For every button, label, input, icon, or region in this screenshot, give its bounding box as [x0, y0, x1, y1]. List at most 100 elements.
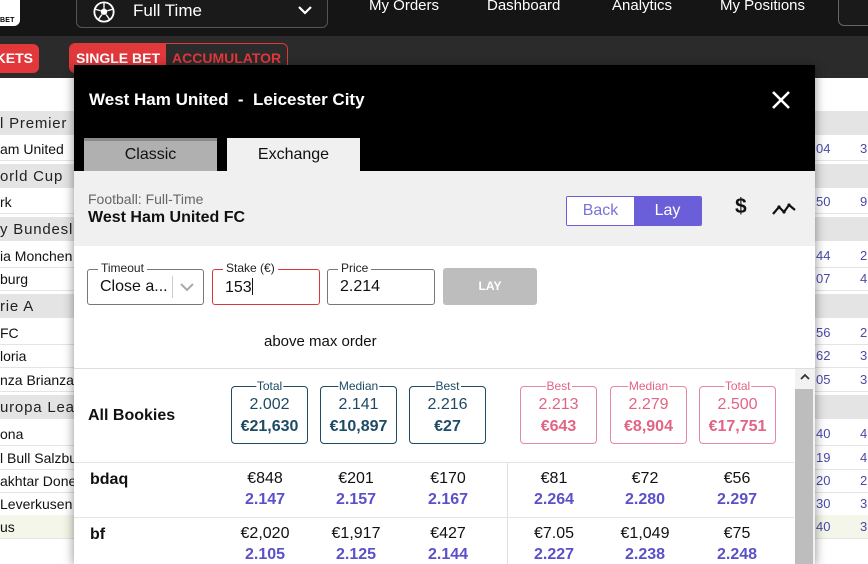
odds-value[interactable]: 40 [816, 426, 830, 441]
lay-price-cell[interactable]: €72 2.280 [605, 470, 685, 509]
scroll-up-icon[interactable] [799, 371, 811, 383]
league-name: orld Cup [0, 168, 64, 185]
odds-value[interactable]: 05 [816, 372, 830, 387]
lay-toggle-button[interactable]: Lay [634, 197, 701, 225]
tab-exchange[interactable]: Exchange [227, 138, 360, 171]
odds-value[interactable]: 40 [816, 519, 830, 534]
odds-value[interactable]: 3 [860, 519, 867, 534]
event-name: loria [0, 348, 27, 364]
price-input[interactable]: 2.214 [340, 278, 380, 296]
back-price-cell[interactable]: €1,917 2.125 [316, 525, 396, 564]
nav-analytics[interactable]: Analytics [612, 0, 672, 14]
summary-price: 2.279 [628, 396, 669, 413]
event-name: FC [0, 325, 19, 341]
stake-input[interactable]: 153 [225, 278, 253, 297]
lay-best-box[interactable]: Best 2.213 €643 [520, 379, 597, 444]
odds-value[interactable]: 20 [816, 473, 830, 488]
summary-amount: €21,630 [240, 418, 299, 435]
lay-price-cell[interactable]: €56 2.297 [697, 470, 777, 509]
lay-price-cell[interactable]: €81 2.264 [514, 470, 594, 509]
odds-value[interactable]: 04 [816, 141, 830, 156]
odds-value[interactable]: 44 [816, 248, 830, 263]
event-name: rk [0, 194, 12, 210]
tab-classic[interactable]: Classic [84, 138, 217, 171]
odds-value[interactable]: 3 [860, 348, 867, 363]
back-best-box[interactable]: Best 2.216 €27 [409, 379, 486, 444]
back-price-cell[interactable]: €170 2.167 [408, 470, 488, 509]
chevron-down-icon [180, 283, 194, 292]
event-name: Leverkusen [0, 496, 73, 512]
nav-my-orders[interactable]: My Orders [369, 0, 439, 14]
back-price-cell[interactable]: €201 2.157 [316, 470, 396, 509]
odds-value[interactable]: 30 [816, 496, 830, 511]
event-name: am United [0, 141, 64, 157]
market-select[interactable]: Full Time [76, 0, 328, 28]
back-median-box[interactable]: Median 2.141 €10,897 [320, 379, 397, 444]
odds-value[interactable]: 3 [860, 496, 867, 511]
lay-price-cell[interactable]: €1,049 2.238 [605, 525, 685, 564]
search-button[interactable] [838, 0, 868, 26]
timeout-value: Close a... [100, 278, 168, 295]
summary-price: 2.002 [249, 396, 290, 413]
summary-label: Best [545, 379, 572, 393]
event-name: l Bull Salzbu [0, 450, 78, 466]
back-total-box[interactable]: Total 2.002 €21,630 [231, 379, 308, 444]
modal-tabs: Classic Exchange [74, 133, 815, 171]
trend-chart-icon[interactable] [771, 199, 797, 221]
timeout-label: Timeout [98, 261, 147, 275]
selection-name: West Ham United FC [88, 209, 246, 226]
chevron-down-icon [298, 6, 312, 15]
event-name: burg [0, 271, 29, 287]
market-select-value: Full Time [133, 1, 202, 20]
summary-amount: €27 [434, 418, 461, 435]
all-bookies-label: All Bookies [88, 407, 176, 424]
timeout-select[interactable]: Timeout Close a... [87, 261, 204, 305]
summary-amount: €17,751 [708, 418, 767, 435]
odds-value[interactable]: 50 [816, 194, 830, 209]
odds-value[interactable]: 19 [816, 450, 830, 465]
price-label: Price [338, 261, 372, 275]
summary-label: Median [337, 379, 380, 393]
odds-value[interactable]: 3 [860, 372, 867, 387]
odds-value[interactable]: 4 [860, 271, 867, 286]
summary-amount: €643 [540, 418, 577, 435]
nav-my-positions[interactable]: My Positions [720, 0, 805, 14]
odds-value[interactable]: 2 [860, 473, 867, 488]
event-name: nza Brianza [0, 372, 74, 388]
selection-market: Football: Full-Time [88, 191, 204, 207]
summary-price: 2.213 [538, 396, 579, 413]
odds-value[interactable]: 62 [816, 348, 830, 363]
odds-value[interactable]: 07 [816, 271, 830, 286]
odds-value[interactable]: 2 [860, 325, 867, 340]
back-price-cell[interactable]: €848 2.147 [225, 470, 305, 509]
summary-amount: €8,904 [624, 418, 673, 435]
lay-price-cell[interactable]: €75 2.248 [697, 525, 777, 564]
dollar-icon[interactable]: $ [735, 195, 747, 219]
odds-value[interactable]: 9 [860, 194, 867, 209]
bookie-name: bf [90, 526, 106, 543]
lay-price-cell[interactable]: €7.05 2.227 [514, 525, 594, 564]
back-toggle-button[interactable]: Back [567, 197, 634, 225]
scroll-thumb[interactable] [795, 389, 813, 564]
back-price-cell[interactable]: €427 2.144 [408, 525, 488, 564]
odds-value[interactable]: 56 [816, 325, 830, 340]
summary-price: 2.216 [427, 396, 468, 413]
odds-value[interactable]: 4 [860, 426, 867, 441]
odds-value[interactable]: 2 [860, 248, 867, 263]
markets-button[interactable]: KETS [0, 44, 39, 73]
brand-logo[interactable]: BET [0, 0, 20, 26]
back-price-cell[interactable]: €2,020 2.105 [225, 525, 305, 564]
stake-field[interactable]: Stake (€) 153 [212, 261, 320, 305]
close-icon[interactable] [768, 87, 794, 113]
price-field[interactable]: Price 2.214 [327, 261, 435, 305]
lay-total-box[interactable]: Total 2.500 €17,751 [699, 379, 776, 444]
stake-label: Stake (€) [223, 261, 278, 275]
lay-submit-button[interactable]: LAY [443, 268, 537, 305]
order-book-scrollbar[interactable] [795, 369, 815, 564]
nav-dashboard[interactable]: Dashboard [487, 0, 560, 14]
lay-median-box[interactable]: Median 2.279 €8,904 [610, 379, 687, 444]
modal-header: West Ham United - Leicester City [74, 65, 815, 133]
odds-value[interactable]: 4 [860, 450, 867, 465]
odds-value[interactable]: 3 [860, 141, 867, 156]
select-separator [172, 276, 173, 298]
